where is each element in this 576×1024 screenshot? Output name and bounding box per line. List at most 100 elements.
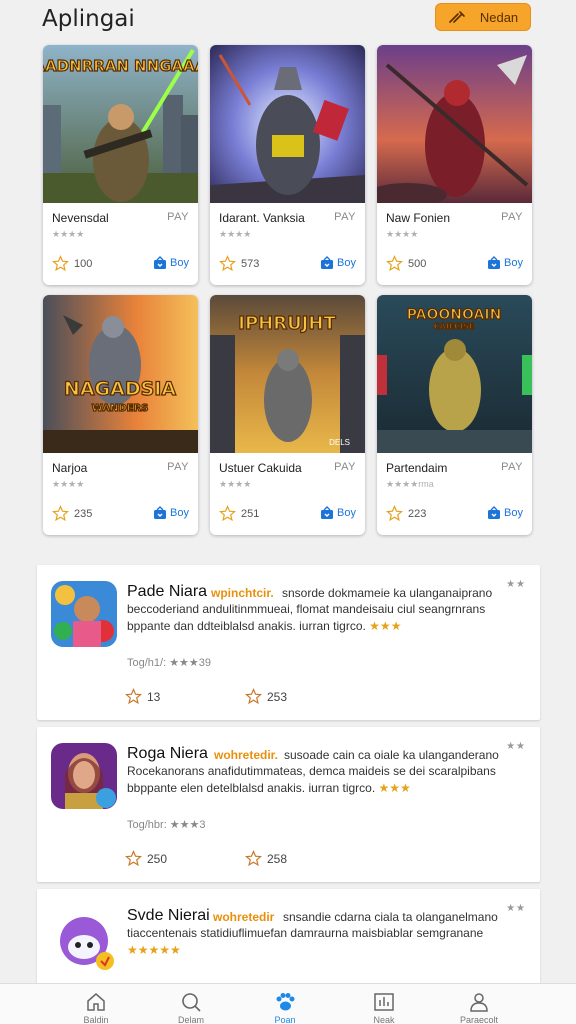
app-meta: Tog/h1/: ★★★39: [127, 657, 212, 669]
buy-button[interactable]: Boy: [153, 256, 189, 270]
game-name: Ustuer Cakuida: [219, 461, 302, 475]
rating-count: 251: [219, 505, 259, 522]
buy-button[interactable]: Boy: [487, 506, 523, 520]
store-icon: [488, 256, 501, 269]
paw-icon: [276, 993, 295, 1011]
rating-value: 500: [408, 257, 427, 270]
list-item[interactable]: Pade Niara wpinchtcir. snsorde dokmameie…: [37, 565, 540, 720]
star-rating: ★★★★: [219, 479, 252, 489]
game-card[interactable]: IPHRUJHT DELS Ustuer Cakuida PAY ★★★★ 25…: [210, 295, 365, 535]
price-label: PAY: [334, 461, 356, 473]
app-icon: [51, 743, 117, 809]
app-tag: wpinchtcir.: [211, 586, 274, 600]
price-label: PAY: [501, 461, 523, 473]
rating-value: 235: [74, 507, 93, 520]
game-cover-image: BAADNRRAN NNGAAAA: [43, 45, 198, 203]
top-bar: Aplingai Nedan: [0, 0, 576, 40]
star-outline-icon: [52, 255, 69, 272]
game-name: Nevensdal: [52, 211, 109, 225]
buy-button[interactable]: Boy: [320, 256, 356, 270]
game-card[interactable]: NAGADSIA WANDERS Narjoa PAY ★★★★ 235 Boy: [43, 295, 198, 535]
app-desc-line: susoade cain ca oiale ka ulanganderano: [284, 748, 499, 762]
app-icon: [51, 905, 117, 971]
star-outline-icon: [219, 505, 236, 522]
app-tag: wohretedir: [213, 910, 275, 924]
game-card[interactable]: Naw Fonien PAY ★★★★ 500 Boy: [377, 45, 532, 285]
game-cover-image: NAGADSIA WANDERS: [43, 295, 198, 453]
app-desc-line: snsorde dokmameie ka ulanganaiprano: [282, 586, 493, 600]
stat-value: 253: [267, 689, 288, 704]
star-outline-icon: [386, 255, 403, 272]
game-card[interactable]: BAADNRRAN NNGAAAA Nevensdal PAY ★★★★ 100…: [43, 45, 198, 285]
stat-value: 250: [147, 851, 168, 866]
cover-title: BAADNRRAN NNGAAAA: [43, 57, 198, 75]
buy-button[interactable]: Boy: [320, 506, 356, 520]
game-card[interactable]: Idarant. Vanksia PAY ★★★★ 573 Boy: [210, 45, 365, 285]
tab-label: Paraecolt: [459, 1015, 499, 1024]
app-star-rating: ★★★★★: [127, 943, 181, 957]
rating-count: 223: [386, 505, 426, 522]
home-icon: [87, 993, 105, 1011]
app-desc-line: beccoderiand andulitinmmueai, flomat man…: [127, 602, 486, 616]
more-stars: ★★: [506, 579, 526, 590]
search-icon: [182, 993, 201, 1012]
price-label: PAY: [167, 461, 189, 473]
buy-button[interactable]: Boy: [487, 256, 523, 270]
store-icon: [488, 506, 501, 519]
tab-label: Baldin: [83, 1015, 109, 1024]
star-outline-icon: [245, 688, 262, 705]
rating-count: 500: [386, 255, 426, 272]
tab-label: Neak: [373, 1015, 395, 1024]
game-cover-image: [377, 45, 532, 203]
app-desc-line: bppante dan ddteiblalsd anakis. iurran t…: [127, 619, 402, 633]
buy-label: Boy: [337, 507, 356, 519]
tab-home[interactable]: Baldin: [51, 984, 141, 1024]
star-outline-icon: [125, 688, 142, 705]
star-outline-icon: [219, 255, 236, 272]
game-cover-image: [210, 45, 365, 203]
buy-label: Boy: [337, 257, 356, 269]
rating-value: 251: [241, 507, 260, 520]
tab-paw[interactable]: Poan: [240, 984, 330, 1024]
like-count[interactable]: 250: [125, 850, 167, 867]
app-icon: [51, 581, 117, 647]
cover-title: PAOONOAIN: [407, 307, 502, 323]
app-title: Aplingai: [42, 6, 135, 32]
app-desc-line: snsandie cdarna ciala ta olanganelmano: [283, 910, 498, 924]
star-outline-icon: [125, 850, 142, 867]
price-label: PAY: [501, 211, 523, 223]
buy-button[interactable]: Boy: [153, 506, 189, 520]
tab-stats[interactable]: Neak: [339, 984, 429, 1024]
price-label: PAY: [334, 211, 356, 223]
rating-value: 573: [241, 257, 260, 270]
cover-caption: DELS: [329, 438, 350, 447]
app-desc-line: bbppante elen detelblalsd anakis. iurran…: [127, 781, 411, 795]
rating-count[interactable]: 253: [245, 688, 287, 705]
app-title: Svde Nierai: [127, 907, 210, 924]
rating-count: 235: [52, 505, 92, 522]
app-desc-line: Rocekanorans anafidutimmateas, demca mai…: [127, 764, 496, 778]
game-name: Partendaim: [386, 461, 448, 475]
rating-count[interactable]: 258: [245, 850, 287, 867]
game-card[interactable]: PAOONOAIN CAIECISE Partendaim PAY ★★★★rm…: [377, 295, 532, 535]
app-title: Roga Niera: [127, 745, 208, 762]
store-icon: [154, 256, 167, 269]
game-cover-image: PAOONOAIN CAIECISE: [377, 295, 532, 453]
game-name: Narjoa: [52, 461, 88, 475]
like-count[interactable]: 13: [125, 688, 160, 705]
star-outline-icon: [245, 850, 262, 867]
star-rating: ★★★★: [386, 229, 419, 239]
header-action-button[interactable]: Nedan: [435, 3, 531, 31]
rating-count: 100: [52, 255, 92, 272]
cover-title: NAGADSIA: [64, 378, 176, 400]
cover-subtitle: CAIECISE: [434, 322, 475, 331]
star-rating: ★★★★: [52, 229, 85, 239]
more-stars: ★★: [506, 903, 526, 914]
buy-label: Boy: [170, 507, 189, 519]
cover-title: IPHRUJHT: [238, 313, 336, 334]
list-item[interactable]: Roga Niera wohretedir. susoade cain ca o…: [37, 727, 540, 882]
stat-value: 258: [267, 851, 288, 866]
app-meta: Tog/hbr: ★★★3: [127, 819, 206, 831]
tab-search[interactable]: Delam: [146, 984, 236, 1024]
tab-profile[interactable]: Paraecolt: [434, 984, 524, 1024]
